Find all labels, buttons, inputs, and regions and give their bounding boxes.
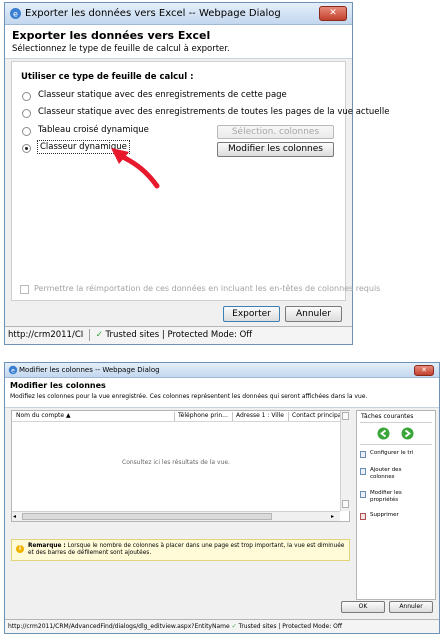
move-left-arrow-icon[interactable]: [377, 427, 390, 440]
sort-icon: [360, 451, 366, 458]
tasks-divider: [360, 422, 432, 423]
ok-button[interactable]: OK: [341, 601, 385, 613]
task-modify-properties-label: Modifier les propriétés: [370, 490, 402, 503]
dialog1-window-title: Exporter les données vers Excel -- Webpa…: [25, 8, 281, 19]
columns-grid: Nom du compte ▲ Téléphone prin... Adress…: [11, 410, 350, 522]
option-static-page-label: Classeur statique avec des enregistremen…: [38, 90, 287, 100]
modify-columns-dialog: e Modifier les colonnes -- Webpage Dialo…: [4, 362, 440, 634]
dialog1-subheading: Sélectionnez le type de feuille de calcu…: [12, 44, 230, 54]
properties-icon: [360, 491, 366, 498]
dialog2-window-title: Modifier les colonnes -- Webpage Dialog: [19, 366, 160, 374]
task-delete[interactable]: Supprimer: [360, 512, 434, 522]
column-divider: [174, 412, 175, 421]
column-header-main-phone[interactable]: Téléphone prin...: [178, 411, 228, 421]
column-header-primary-contact[interactable]: Contact principal: [292, 411, 343, 421]
dialog2-cancel-button[interactable]: Annuler: [389, 601, 433, 613]
export-button[interactable]: Exporter: [223, 306, 280, 322]
task-configure-sort-label: Configurer le tri: [370, 450, 414, 456]
column-header-account-name[interactable]: Nom du compte ▲: [16, 411, 71, 421]
select-columns-button[interactable]: Sélection. colonnes: [217, 125, 334, 139]
option-static-all-pages-label: Classeur statique avec des enregistremen…: [38, 107, 390, 117]
export-excel-dialog: e Exporter les données vers Excel -- Web…: [4, 2, 389, 345]
info-icon: i: [16, 545, 24, 553]
ie-icon: e: [8, 365, 18, 374]
dialog1-status-separator: [88, 328, 90, 341]
task-add-columns-label: Ajouter des colonnes: [370, 467, 402, 480]
radio-static-all-pages[interactable]: [22, 109, 31, 118]
task-delete-label: Supprimer: [370, 512, 399, 518]
scroll-right-arrow-icon[interactable]: ▸: [331, 513, 334, 520]
note-box: i Remarque : Lorsque le nombre de colonn…: [11, 539, 350, 561]
task-add-columns[interactable]: Ajouter des colonnes: [360, 467, 434, 483]
dialog1-content: Utiliser ce type de feuille de calcul : …: [11, 61, 389, 301]
dialog2-status-zone: Trusted sites | Protected Mode: Off: [238, 623, 343, 630]
reimport-checkbox-label: Permettre la réimportation de ces donnée…: [34, 284, 381, 293]
section-label: Utiliser ce type de feuille de calcul :: [21, 72, 194, 82]
dialog1-header: Exporter les données vers Excel Sélectio…: [5, 25, 352, 59]
dialog1-titlebar: e Exporter les données vers Excel -- Web…: [5, 3, 352, 25]
move-right-arrow-icon[interactable]: [401, 427, 414, 440]
ie-icon: e: [10, 8, 21, 19]
dialog1-close-button[interactable]: ✕: [319, 6, 347, 21]
grid-empty-message: Consultez ici les résultats de la vue.: [122, 459, 230, 466]
column-divider: [288, 412, 289, 421]
tasks-divider: [360, 444, 432, 445]
radio-static-page[interactable]: [22, 92, 31, 101]
note-text: Lorsque le nombre de colonnes à placer d…: [28, 543, 345, 556]
trusted-check-icon: ✓: [231, 623, 237, 630]
close-icon: ✕: [421, 366, 427, 374]
dialog2-statusbar: http://crm2011/CRM/AdvancedFind/dialogs/…: [5, 619, 439, 633]
scroll-left-arrow-icon[interactable]: ◂: [13, 513, 16, 520]
svg-text:e: e: [13, 10, 18, 19]
scroll-up-arrow-icon[interactable]: [342, 412, 349, 420]
dialog2-close-button[interactable]: ✕: [414, 365, 434, 376]
dialog2-titlebar: e Modifier les colonnes -- Webpage Dialo…: [5, 363, 439, 378]
close-icon: ✕: [329, 8, 337, 18]
trusted-check-icon: ✓: [95, 330, 103, 340]
dialog2-status-url: http://crm2011/CRM/AdvancedFind/dialogs/…: [8, 623, 230, 630]
grid-horizontal-scrollbar[interactable]: ◂ ▸: [12, 511, 340, 521]
red-arrow-annotation: [111, 148, 160, 189]
dialog2-header: Modifier les colonnes Modifiez les colon…: [5, 378, 439, 408]
delete-icon: [360, 513, 366, 520]
dialog1-heading: Exporter les données vers Excel: [12, 29, 211, 42]
option-pivot-table-label: Tableau croisé dynamique: [38, 125, 149, 135]
grid-vertical-scrollbar[interactable]: [340, 411, 350, 511]
tasks-title: Tâches courantes: [361, 413, 414, 420]
task-configure-sort[interactable]: Configurer le tri: [360, 450, 434, 460]
column-divider: [232, 412, 233, 421]
radio-pivot-table[interactable]: [22, 127, 31, 136]
scroll-down-arrow-icon[interactable]: [342, 500, 349, 508]
column-header-city[interactable]: Adresse 1 : Ville: [236, 411, 284, 421]
note-label: Remarque :: [28, 543, 66, 549]
task-modify-properties[interactable]: Modifier les propriétés: [360, 490, 434, 506]
radio-dynamic-workbook[interactable]: [22, 144, 31, 153]
svg-text:e: e: [11, 367, 15, 374]
reimport-checkbox[interactable]: [20, 285, 29, 294]
dialog1-cancel-button[interactable]: Annuler: [285, 306, 342, 322]
modify-columns-button[interactable]: Modifier les colonnes: [217, 142, 334, 157]
dialog1-status-zone: Trusted sites | Protected Mode: Off: [105, 330, 253, 340]
grid-header-row: Nom du compte ▲ Téléphone prin... Adress…: [12, 411, 343, 422]
dialog2-subheading: Modifiez les colonnes pour la vue enregi…: [10, 393, 368, 400]
dialog1-status-url: http://crm2011/CI: [8, 330, 84, 340]
add-columns-icon: [360, 468, 366, 475]
common-tasks-pane: Tâches courantes Configurer le tri Ajout…: [356, 410, 436, 600]
dialog2-heading: Modifier les colonnes: [10, 381, 106, 390]
dialog1-statusbar: http://crm2011/CI ✓ Trusted sites | Prot…: [5, 326, 352, 344]
scroll-thumb[interactable]: [22, 513, 272, 520]
